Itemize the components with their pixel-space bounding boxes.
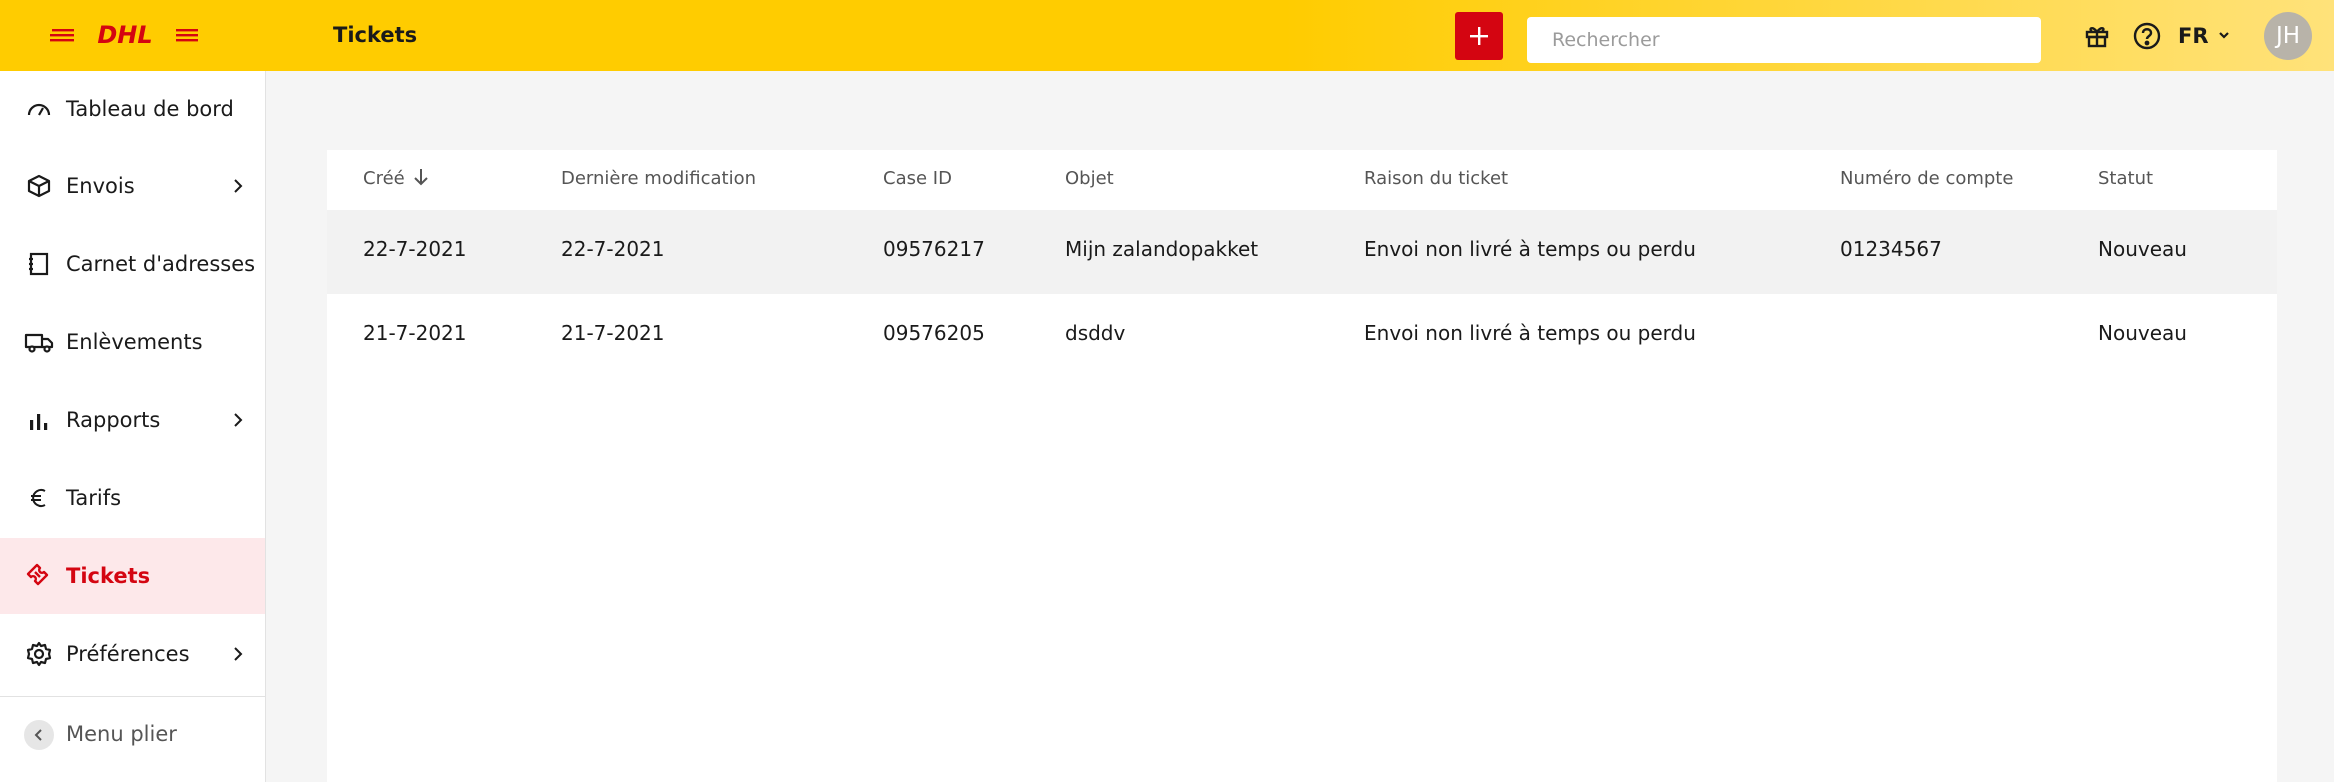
sidebar-item-label: Envois [66,174,135,198]
sidebar-item-label: Préférences [66,642,190,666]
gift-icon[interactable] [2082,21,2112,51]
tickets-table: Créé Dernière modification Case ID Objet… [327,150,2277,782]
table-row[interactable]: 21-7-2021 21-7-2021 09576205 dsddv Envoi… [327,294,2277,378]
sidebar-item-label: Enlèvements [66,330,203,354]
address-book-icon [24,249,54,279]
bar-chart-icon [24,405,54,435]
user-avatar[interactable]: JH [2264,12,2312,60]
truck-icon [24,327,54,357]
ticket-icon [24,561,54,591]
chevron-right-icon [234,647,243,661]
sidebar-item-label: Tableau de bord [66,97,234,121]
cell-last-modified: 22-7-2021 [561,237,665,261]
chevron-right-icon [234,413,243,427]
sidebar-item-pickups[interactable]: Enlèvements [0,304,265,380]
chevron-left-icon [24,720,54,750]
table-row[interactable]: 22-7-2021 22-7-2021 09576217 Mijn zaland… [327,210,2277,294]
sidebar-item-tickets[interactable]: Tickets [0,538,265,614]
cell-account-number: 01234567 [1840,237,1942,261]
cell-status: Nouveau [2098,237,2187,261]
cell-case-id: 09576205 [883,321,985,345]
add-ticket-button[interactable] [1455,12,1503,60]
gear-icon [24,639,54,669]
sidebar-item-rates[interactable]: Tarifs [0,460,265,536]
page-title: Tickets [333,23,418,47]
collapse-menu-button[interactable]: Menu plier [0,696,265,772]
column-header-account-number[interactable]: Numéro de compte [1840,168,2013,189]
sidebar-item-preferences[interactable]: Préférences [0,616,265,692]
logo-text: DHL [97,21,152,47]
column-header-subject[interactable]: Objet [1065,168,1114,189]
sidebar-item-shipments[interactable]: Envois [0,148,265,224]
speedometer-icon [24,94,54,124]
cell-ticket-reason: Envoi non livré à temps ou perdu [1364,237,1696,261]
cell-status: Nouveau [2098,321,2187,345]
cell-case-id: 09576217 [883,237,985,261]
sidebar-nav: Tableau de bord Envois Carnet d'adresses [0,71,266,782]
cell-subject: dsddv [1065,321,1126,345]
cell-subject: Mijn zalandopakket [1065,237,1259,261]
sidebar-item-address-book[interactable]: Carnet d'adresses [0,226,265,302]
column-header-created[interactable]: Créé [363,168,405,189]
plus-icon [1470,27,1488,45]
column-header-case-id[interactable]: Case ID [883,168,952,189]
chevron-down-icon[interactable] [2215,26,2233,44]
collapse-menu-label: Menu plier [66,722,177,746]
sidebar-item-reports[interactable]: Rapports [0,382,265,458]
cell-last-modified: 21-7-2021 [561,321,665,345]
sidebar-item-label: Carnet d'adresses [66,252,256,276]
dhl-logo[interactable]: DHL [50,21,200,47]
euro-icon [24,483,54,513]
sidebar-item-label: Tickets [66,564,151,588]
sidebar-item-dashboard[interactable]: Tableau de bord [0,71,265,147]
chevron-right-icon [234,179,243,193]
top-header: DHL Tickets FR JH [0,0,2334,71]
package-icon [24,171,54,201]
cell-created: 21-7-2021 [363,321,467,345]
column-header-status[interactable]: Statut [2098,168,2153,189]
arrow-down-icon[interactable] [409,165,433,189]
cell-created: 22-7-2021 [363,237,467,261]
sidebar-item-label: Tarifs [66,486,122,510]
table-header: Créé Dernière modification Case ID Objet… [327,150,2277,210]
language-selector[interactable]: FR [2178,22,2209,50]
help-circle-icon[interactable] [2132,21,2162,51]
cell-ticket-reason: Envoi non livré à temps ou perdu [1364,321,1696,345]
search-input[interactable] [1527,17,2041,63]
column-header-ticket-reason[interactable]: Raison du ticket [1364,168,1508,189]
column-header-last-modified[interactable]: Dernière modification [561,168,756,189]
sidebar-item-label: Rapports [66,408,161,432]
